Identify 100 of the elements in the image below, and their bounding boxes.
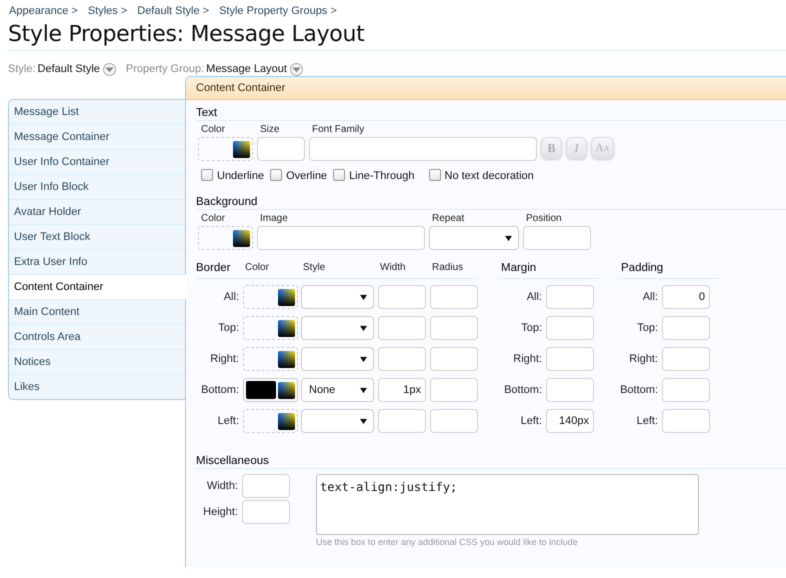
breadcrumb-link[interactable]: Style Property Groups > [219,5,337,20]
row-label: Height: [202,506,238,518]
row-label: Width: [206,480,238,492]
caret-icon [360,294,367,300]
input-field[interactable] [546,316,594,340]
field-label: Font Family [311,123,366,137]
caret-icon [505,234,512,242]
row-label: Left: [636,415,658,427]
input-field[interactable] [242,474,290,498]
color-picker[interactable] [243,409,298,433]
checkbox[interactable] [201,169,213,181]
column-label: Radius [431,261,464,275]
input-field[interactable] [309,137,537,161]
css-text-area[interactable]: text-align:justify; [316,474,699,535]
input-field[interactable] [662,347,710,371]
hint-text: Use this box to enter any additional CSS you would like to include [316,537,579,547]
input-field[interactable] [430,285,478,309]
column-label: Color [244,261,270,275]
color-picker[interactable] [198,226,253,250]
checkbox[interactable] [270,169,282,181]
breadcrumb-link[interactable]: Styles > [88,5,128,20]
input-field[interactable] [430,316,478,340]
checkbox-label: Overline [286,170,328,182]
input-field[interactable] [546,378,594,402]
field-label: Color [200,212,226,226]
dropdown[interactable]: None [301,378,374,402]
checkbox[interactable] [428,169,440,181]
row-label: Left: [216,415,239,427]
color-gradient-icon[interactable] [233,230,250,246]
color-picker[interactable] [243,285,298,309]
sidebar-item[interactable]: Content Container [9,275,186,300]
input-field[interactable] [378,409,426,433]
color-gradient-icon[interactable] [278,288,295,306]
input-field[interactable] [430,409,478,433]
caret-icon [360,418,367,424]
caret-icon [360,324,367,332]
input-field[interactable] [662,409,710,433]
panel-header: Content Container [186,77,786,100]
checkbox[interactable] [333,169,346,181]
row-label: All: [642,291,658,303]
color-picker[interactable] [243,378,298,402]
input-field[interactable] [257,137,305,161]
row-label: Bottom: [503,384,542,396]
input-field[interactable] [378,316,426,340]
filter-value[interactable]: Default Style [38,63,100,75]
caret-icon [360,356,367,362]
checkbox-label: Line-Through [349,170,414,182]
column-label: Style [302,261,326,275]
row-label: Bottom: [619,384,658,396]
checkbox-label: No text decoration [444,170,534,182]
field-label: Size [259,123,280,137]
sidebar-item[interactable]: Likes [9,375,185,399]
row-label: Left: [520,415,542,427]
input-field[interactable] [378,347,426,371]
field-label: Color [200,123,226,137]
input-field[interactable] [430,378,478,402]
section-heading: Miscellaneous [196,448,786,469]
input-field[interactable] [242,500,290,524]
input-field[interactable] [546,285,594,309]
color-picker[interactable] [198,137,253,161]
row-label: Top: [520,322,542,334]
section-heading: Padding [618,258,719,279]
column-label: Width [379,261,407,275]
field-label: Image [259,212,289,226]
input-field[interactable] [257,226,425,250]
checkbox-label: Underline [217,170,264,182]
dropdown-circle-icon[interactable] [290,62,303,76]
dropdown[interactable] [429,226,519,250]
filter-label: Property Group: [126,63,204,75]
row-label: All: [526,291,542,303]
color-gradient-icon[interactable] [278,382,295,398]
input-field[interactable] [662,378,710,402]
row-label: Bottom: [200,384,239,396]
input-field[interactable] [523,226,591,250]
input-field[interactable]: 0 [662,285,710,309]
input-field[interactable]: 140px [546,409,594,433]
input-field[interactable]: 1px [378,378,426,402]
color-picker[interactable] [243,347,298,371]
row-label: Top: [217,322,239,334]
input-field[interactable] [430,347,478,371]
color-gradient-icon[interactable] [278,350,295,368]
section-heading: Background [196,189,786,210]
row-label: Right: [512,353,542,365]
section-heading: Margin [498,258,599,279]
color-gradient-icon[interactable] [278,320,295,336]
color-gradient-icon[interactable] [233,140,250,158]
field-label: Repeat [431,212,466,226]
field-label: Position [525,212,563,226]
row-label: Top: [636,322,658,334]
row-label: All: [222,291,239,303]
input-field[interactable] [546,347,594,371]
color-picker[interactable] [243,316,298,340]
input-field[interactable] [378,285,426,309]
breadcrumb-link[interactable]: Default Style > [137,5,210,20]
dropdown-circle-icon[interactable] [102,62,116,76]
color-gradient-icon[interactable] [278,412,295,430]
input-field[interactable] [662,316,710,340]
page-title: Style Properties: Message Layout [8,21,366,49]
breadcrumb-link[interactable]: Appearance > [9,5,78,20]
filter-value[interactable]: Message Layout [206,63,287,75]
